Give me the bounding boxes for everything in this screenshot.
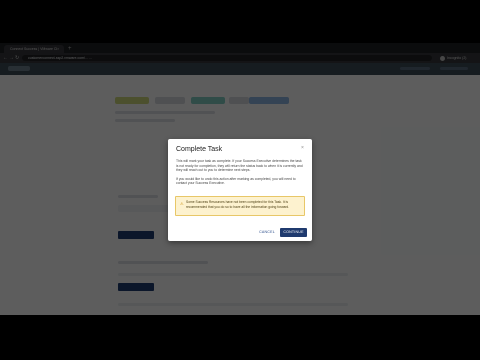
dialog-paragraph: This will mark your task as complete. If… <box>176 159 303 173</box>
warning-banner: ⚠ Some Success Resources have not been c… <box>175 196 305 216</box>
dialog-body: This will mark your task as complete. If… <box>176 159 304 190</box>
browser-window: Connect Success | VMware Cl × + ← → ↻ cu… <box>0 43 480 315</box>
complete-task-dialog: Complete Task × This will mark your task… <box>168 139 312 241</box>
warning-text: Some Success Resources have not been com… <box>186 200 290 209</box>
dialog-paragraph: If you would like to undo this action af… <box>176 176 296 186</box>
warning-icon: ⚠ <box>180 201 184 206</box>
close-icon[interactable]: × <box>301 145 304 151</box>
cancel-button[interactable]: CANCEL <box>256 228 278 237</box>
continue-button[interactable]: CONTINUE <box>280 228 307 237</box>
dialog-title: Complete Task <box>176 146 223 153</box>
